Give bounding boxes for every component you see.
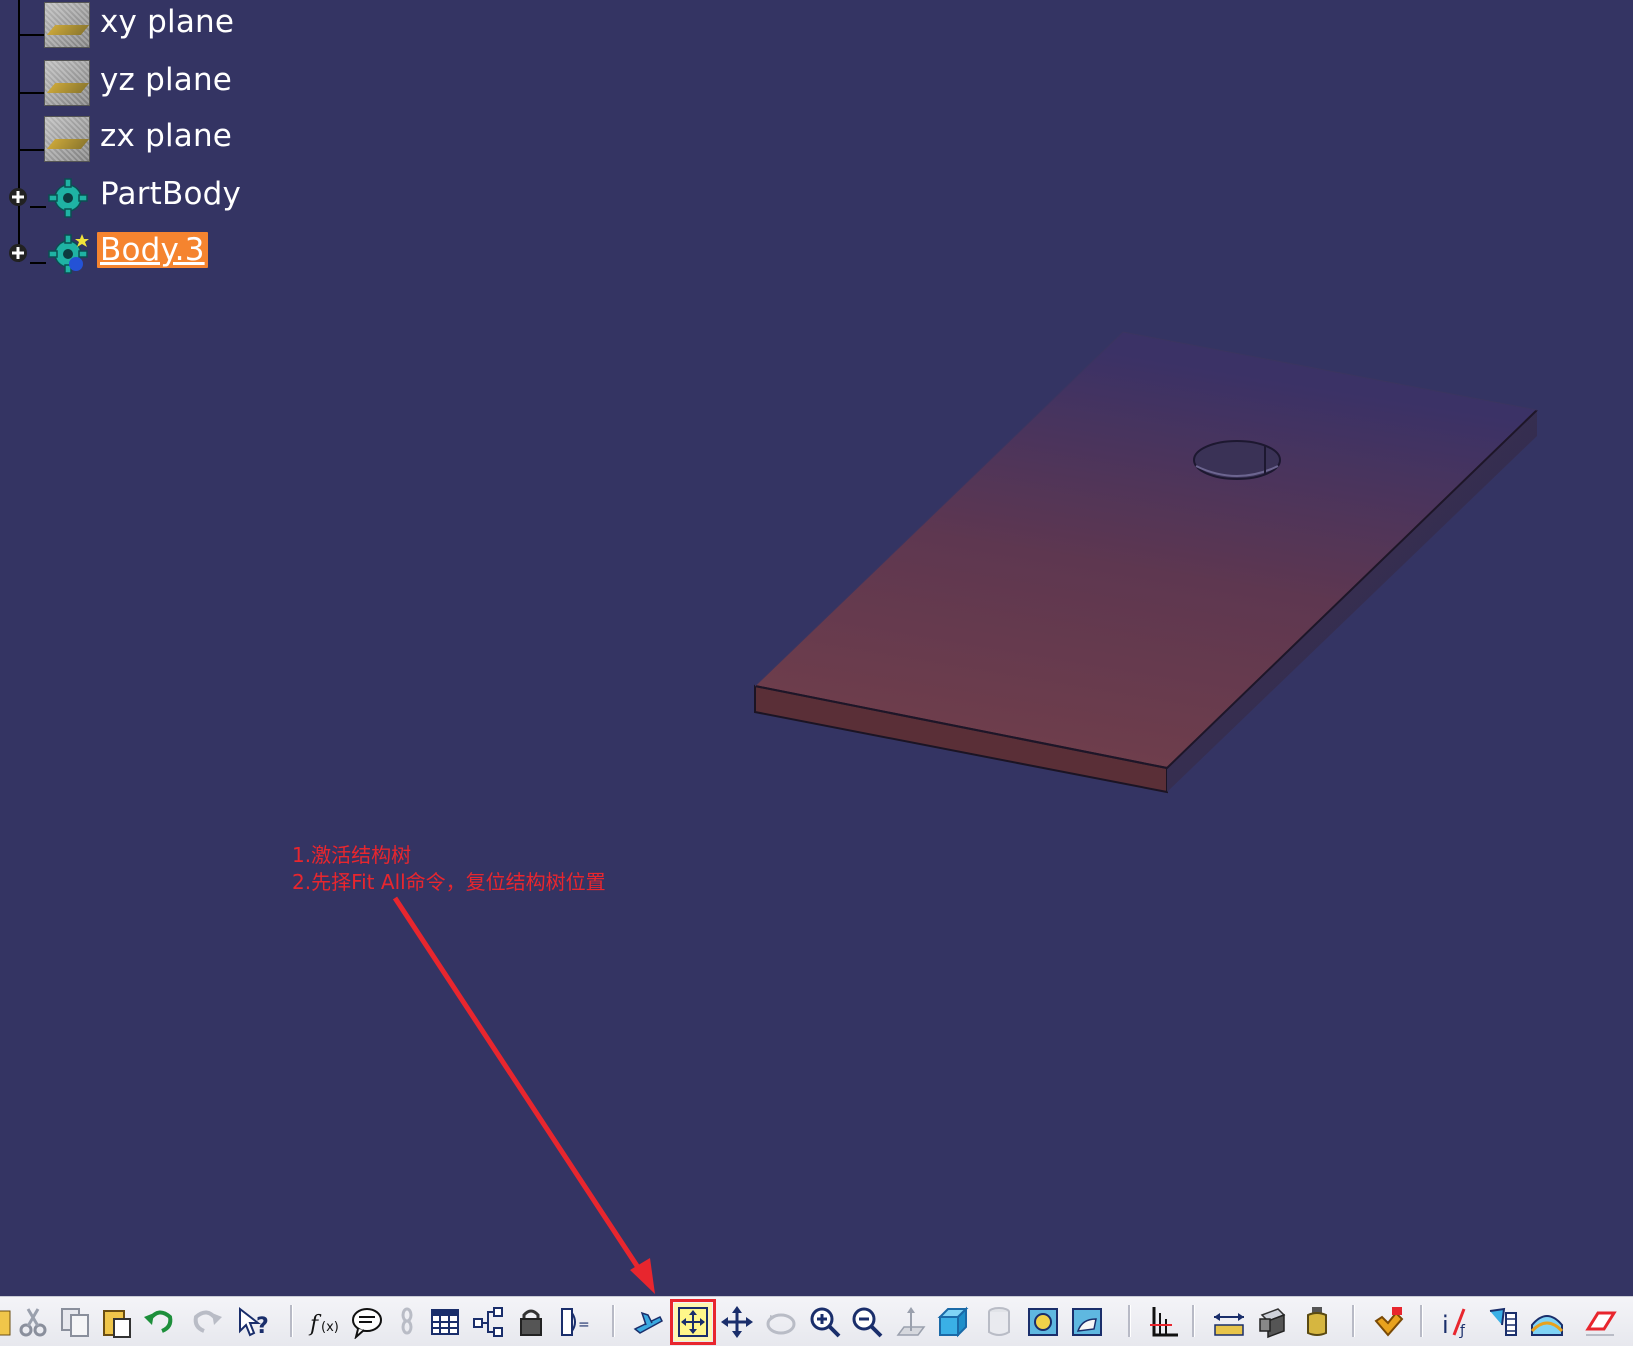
plane-icon bbox=[44, 60, 90, 106]
measure-item-icon bbox=[1259, 1308, 1286, 1339]
iso-view-button[interactable] bbox=[934, 1303, 972, 1341]
undo-button[interactable] bbox=[140, 1303, 178, 1341]
svg-text:=: = bbox=[578, 1317, 590, 1333]
plane-icon bbox=[44, 116, 90, 162]
lock-icon bbox=[520, 1309, 542, 1336]
plate-top-face bbox=[755, 332, 1537, 768]
measure-item-button[interactable] bbox=[1254, 1303, 1292, 1341]
tree-node-label: yz plane bbox=[100, 62, 233, 98]
tree-node-label: zx plane bbox=[100, 118, 233, 154]
link-icon bbox=[401, 1307, 413, 1335]
hide-show-button[interactable] bbox=[980, 1303, 1018, 1341]
paste-button[interactable] bbox=[98, 1303, 136, 1341]
lock-button[interactable] bbox=[512, 1303, 550, 1341]
link-button[interactable] bbox=[388, 1303, 426, 1341]
formula-button[interactable]: f (x) bbox=[306, 1303, 344, 1341]
tree-node-body-3[interactable]: Body.3 bbox=[0, 228, 280, 280]
fly-mode-icon bbox=[633, 1311, 663, 1334]
swap-visible-icon bbox=[1028, 1308, 1058, 1336]
body-gear-icon bbox=[48, 178, 88, 218]
measure-inertia-icon bbox=[1307, 1307, 1327, 1336]
zoom-in-icon bbox=[810, 1307, 841, 1338]
normal-view-icon bbox=[896, 1307, 926, 1336]
analysis-button[interactable] bbox=[1528, 1303, 1566, 1341]
svg-text:ƒ: ƒ bbox=[1459, 1323, 1466, 1339]
equation-button[interactable]: = bbox=[556, 1303, 594, 1341]
svg-text:f: f bbox=[308, 1312, 322, 1337]
knowledge-button[interactable]: iƒ bbox=[1438, 1303, 1476, 1341]
table-icon bbox=[431, 1309, 459, 1335]
rotate-button[interactable] bbox=[762, 1303, 800, 1341]
swap-visible-button[interactable] bbox=[1024, 1303, 1062, 1341]
zoom-out-icon bbox=[852, 1307, 883, 1338]
catalog-button[interactable] bbox=[1484, 1303, 1522, 1341]
measure-inertia-button[interactable] bbox=[1298, 1303, 1336, 1341]
tree-icon bbox=[473, 1307, 503, 1337]
copy-icon bbox=[61, 1308, 89, 1337]
whats-this-button[interactable]: ? bbox=[234, 1303, 272, 1341]
comment-icon bbox=[352, 1308, 382, 1339]
bottom-toolbar: ? f (x) = i ƒ bbox=[0, 1296, 1633, 1346]
fit-all-icon bbox=[678, 1307, 708, 1337]
sketch-analysis-button[interactable] bbox=[1582, 1303, 1620, 1341]
plate-hole bbox=[1193, 440, 1281, 480]
measure-between-button[interactable] bbox=[1210, 1303, 1248, 1341]
undo-icon bbox=[144, 1310, 173, 1333]
normal-view-button[interactable] bbox=[892, 1303, 930, 1341]
plane-icon bbox=[44, 2, 90, 48]
annotation-line-1: 1.激活结构树 bbox=[292, 843, 412, 867]
equation-icon: = bbox=[561, 1308, 590, 1336]
comment-button[interactable] bbox=[348, 1303, 386, 1341]
design-table-button[interactable] bbox=[426, 1303, 464, 1341]
svg-text:i: i bbox=[1442, 1311, 1449, 1339]
svg-text:?: ? bbox=[256, 1314, 269, 1339]
tree-node-label: xy plane bbox=[100, 4, 235, 40]
render-style-button[interactable] bbox=[1068, 1303, 1106, 1341]
iso-view-icon bbox=[937, 1306, 969, 1338]
apply-material-button[interactable] bbox=[1370, 1303, 1408, 1341]
graph-tree-button[interactable] bbox=[470, 1303, 508, 1341]
specification-tree[interactable]: xy plane yz plane zx plane PartBody Body… bbox=[0, 0, 300, 300]
tree-node-yz-plane[interactable]: yz plane bbox=[0, 58, 260, 110]
copy-button[interactable] bbox=[56, 1303, 94, 1341]
tree-node-label: PartBody bbox=[100, 176, 242, 212]
redo-icon bbox=[193, 1310, 222, 1333]
annotation-line-2: 2.先择Fit All命令，复位结构树位置 bbox=[292, 870, 606, 894]
rotate-icon bbox=[766, 1313, 796, 1335]
knowledge-icon: iƒ bbox=[1442, 1308, 1466, 1339]
redo-button[interactable] bbox=[188, 1303, 226, 1341]
apply-material-icon bbox=[1374, 1307, 1404, 1337]
expand-plus-icon[interactable] bbox=[6, 185, 30, 209]
pan-icon bbox=[721, 1306, 753, 1338]
tree-node-xy-plane[interactable]: xy plane bbox=[0, 0, 260, 52]
analysis-icon bbox=[1530, 1315, 1564, 1336]
paste-icon bbox=[103, 1310, 131, 1338]
help-icon: ? bbox=[239, 1306, 269, 1339]
expand-plus-icon[interactable] bbox=[6, 241, 30, 265]
render-icon bbox=[1072, 1308, 1102, 1336]
sketch-analysis-icon bbox=[1585, 1311, 1617, 1336]
axis-system-icon bbox=[1150, 1307, 1178, 1337]
body-gear-active-icon bbox=[48, 234, 89, 274]
zoom-out-button[interactable] bbox=[848, 1303, 886, 1341]
tree-node-label-selected: Body.3 bbox=[97, 232, 208, 268]
measure-between-icon bbox=[1214, 1313, 1244, 1336]
fly-mode-button[interactable] bbox=[630, 1303, 668, 1341]
svg-text:(x): (x) bbox=[321, 1320, 339, 1335]
zoom-in-button[interactable] bbox=[806, 1303, 844, 1341]
tree-node-partbody[interactable]: PartBody bbox=[0, 172, 280, 224]
axis-system-button[interactable] bbox=[1144, 1303, 1182, 1341]
catalog-icon bbox=[1489, 1307, 1517, 1336]
cut-icon bbox=[19, 1308, 47, 1337]
fit-all-button[interactable] bbox=[670, 1299, 716, 1345]
tree-node-zx-plane[interactable]: zx plane bbox=[0, 114, 260, 166]
annotation-note: 1.激活结构树 2.先择Fit All命令，复位结构树位置 bbox=[292, 842, 606, 896]
cut-button[interactable] bbox=[14, 1303, 52, 1341]
hide-show-icon bbox=[988, 1307, 1010, 1336]
pan-button[interactable] bbox=[718, 1303, 756, 1341]
formula-icon: f (x) bbox=[308, 1312, 339, 1337]
